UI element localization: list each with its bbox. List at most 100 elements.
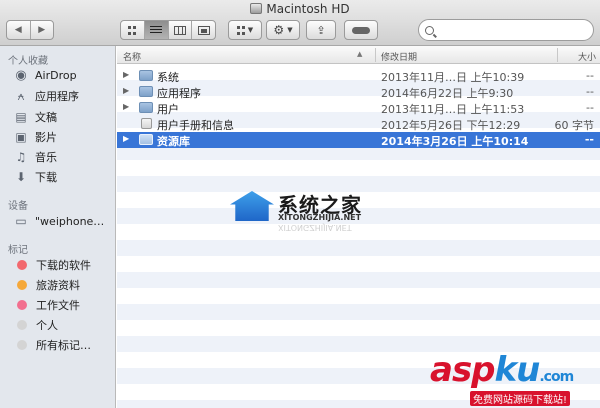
file-date: 2014年3月26日 上午10:14: [381, 135, 529, 148]
action-button[interactable]: ⚙ ▼: [266, 20, 300, 40]
sidebar-item-label: AirDrop: [35, 68, 77, 82]
table-row[interactable]: ▶ 系统 2013年11月…日 上午10:39 --: [117, 68, 600, 84]
sidebar-item-applications[interactable]: ⍲ 应用程序: [14, 86, 114, 106]
sidebar-item-music[interactable]: ♫ 音乐: [14, 147, 114, 167]
forward-button[interactable]: ▶: [29, 21, 54, 39]
sidebar-item-label: "weiphone…: [35, 214, 105, 228]
hard-disk-icon: [250, 3, 263, 14]
sidebar-item-label: 下载: [35, 171, 57, 184]
table-row[interactable]: 用户手册和信息 2012年5月26日 下午12:29 60 字节: [117, 116, 600, 132]
tag-color-dot-icon: [17, 280, 27, 290]
sidebar-item-label: 应用程序: [35, 90, 79, 103]
file-name: 用户: [157, 103, 179, 116]
share-button[interactable]: ⇪: [306, 20, 336, 40]
disclosure-triangle-icon[interactable]: ▶: [123, 102, 129, 111]
documents-icon: ▤: [15, 110, 27, 124]
tag-color-dot-icon: [17, 340, 27, 350]
sidebar-item-label: 音乐: [35, 151, 57, 164]
watermark-xitongzhijia: 系统之家 XITONGZHIJIA.NET XITONGZHIJIA.NET: [230, 185, 390, 245]
list-view-button[interactable]: [143, 21, 168, 39]
sidebar-item-documents[interactable]: ▤ 文稿: [14, 107, 114, 127]
forward-arrow-icon: ▶: [38, 25, 46, 35]
search-input[interactable]: [418, 19, 594, 41]
folder-icon: [139, 70, 153, 81]
window-title-text: Macintosh HD: [266, 2, 350, 16]
sidebar-item-label: 所有标记…: [36, 339, 91, 352]
logo-part-ku: ku: [494, 350, 541, 390]
back-arrow-icon: ◀: [14, 25, 22, 35]
file-size: 60 字节: [554, 119, 595, 132]
disclosure-triangle-icon[interactable]: ▶: [123, 86, 129, 95]
back-button[interactable]: ◀: [7, 21, 30, 39]
cover-flow-icon: [197, 25, 210, 35]
file-size: --: [586, 101, 594, 114]
sidebar-tag-personal[interactable]: 个人: [14, 315, 114, 335]
nav-buttons: ◀ ▶: [6, 20, 54, 40]
sidebar-item-device[interactable]: ▭ "weiphone…: [14, 211, 114, 231]
column-view-button[interactable]: [167, 21, 192, 39]
column-name-header[interactable]: 名称: [123, 50, 141, 63]
file-date: 2013年11月…日 上午10:39: [381, 71, 525, 84]
column-view-icon: [173, 25, 186, 35]
disclosure-triangle-icon[interactable]: ▶: [123, 70, 129, 79]
cover-flow-button[interactable]: [191, 21, 215, 39]
sidebar-item-airdrop[interactable]: ◉ AirDrop: [14, 65, 114, 85]
tags-header: 标记: [8, 245, 28, 256]
watermark-aspku: aspku.com 免费网站源码下载站!: [430, 350, 600, 408]
column-divider[interactable]: [375, 48, 376, 62]
watermark-slogan: 免费网站源码下载站!: [470, 391, 571, 406]
sidebar-item-label: 个人: [36, 319, 58, 332]
file-size: --: [586, 85, 594, 98]
sidebar-item-movies[interactable]: ▣ 影片: [14, 127, 114, 147]
tag-color-dot-icon: [17, 260, 27, 270]
column-date-header[interactable]: 修改日期: [381, 50, 417, 63]
folder-icon: [139, 86, 153, 97]
tag-button[interactable]: [344, 20, 378, 40]
share-icon: ⇪: [316, 23, 326, 37]
applications-icon: ⍲: [17, 88, 25, 103]
tag-color-dot-icon: [17, 300, 27, 310]
sidebar-item-downloads[interactable]: ⬇ 下载: [14, 167, 114, 187]
tag-color-dot-icon: [17, 320, 27, 330]
arrange-button[interactable]: ▼: [228, 20, 262, 40]
sidebar-tag-all[interactable]: 所有标记…: [14, 335, 114, 355]
watermark-reflection: XITONGZHIJIA.NET: [278, 223, 352, 232]
search-icon: [425, 25, 434, 35]
file-date: 2013年11月…日 上午11:53: [381, 103, 525, 116]
logo-part-com: .com: [539, 369, 574, 385]
list-view-icon: [150, 25, 163, 35]
document-icon: [141, 118, 152, 129]
file-date: 2014年6月22日 上午9:30: [381, 87, 514, 100]
column-header: 名称 ▲ 修改日期 大小: [117, 46, 600, 64]
column-divider[interactable]: [557, 48, 558, 62]
computer-icon: ▭: [15, 214, 27, 228]
music-icon: ♫: [15, 150, 27, 164]
movies-icon: ▣: [15, 130, 27, 144]
table-row-selected[interactable]: ▶ 资源库 2014年3月26日 上午10:14 --: [117, 132, 600, 148]
table-row[interactable]: ▶ 应用程序 2014年6月22日 上午9:30 --: [117, 84, 600, 100]
chevron-down-icon: ▼: [287, 26, 293, 34]
disclosure-triangle-icon[interactable]: ▶: [123, 134, 129, 143]
file-name: 用户手册和信息: [157, 119, 234, 132]
sidebar-tag-downloaded-software[interactable]: 下载的软件: [14, 255, 114, 275]
watermark-en-text: XITONGZHIJIA.NET: [278, 213, 362, 222]
sidebar-item-label: 文稿: [35, 111, 57, 124]
tag-icon: [352, 26, 370, 34]
icon-view-icon: [128, 25, 137, 35]
folder-icon: [139, 102, 153, 113]
logo-part-asp: asp: [430, 350, 496, 390]
icon-view-button[interactable]: [121, 21, 144, 39]
sort-caret-icon: ▲: [357, 50, 363, 58]
gear-icon: ⚙: [273, 23, 285, 37]
sidebar-tag-work[interactable]: 工作文件: [14, 295, 114, 315]
house-logo-icon: [230, 191, 274, 221]
view-switcher: [120, 20, 216, 40]
arrange-icon: [236, 25, 245, 35]
aspku-logo: aspku.com: [430, 350, 574, 390]
file-size: --: [584, 133, 594, 146]
column-size-header[interactable]: 大小: [578, 50, 596, 63]
toolbar: Macintosh HD ◀ ▶ ▼ ⚙ ▼ ⇪: [0, 0, 600, 46]
sidebar-tag-travel[interactable]: 旅游资料: [14, 275, 114, 295]
table-row[interactable]: ▶ 用户 2013年11月…日 上午11:53 --: [117, 100, 600, 116]
sidebar-item-label: 下载的软件: [36, 259, 91, 272]
